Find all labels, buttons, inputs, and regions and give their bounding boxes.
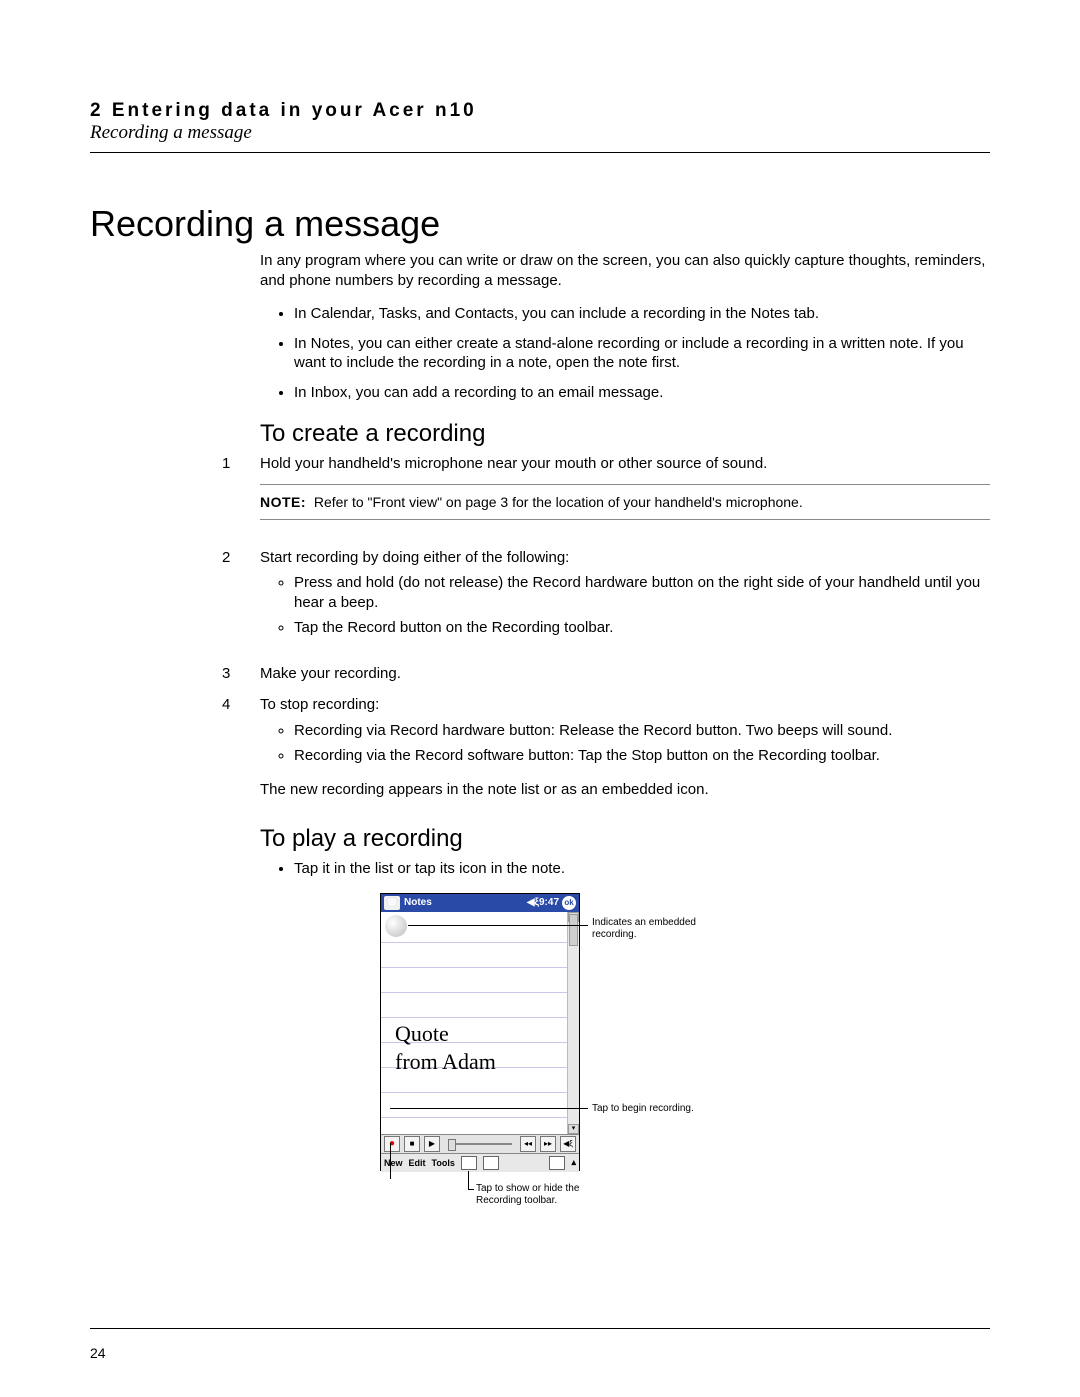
speaker-icon[interactable]: ◀ξ bbox=[527, 897, 539, 908]
intro-bullet: In Notes, you can either create a stand-… bbox=[294, 334, 990, 373]
pda-titlebar: ⊞ Notes ◀ξ 9:47 ok bbox=[381, 894, 579, 912]
callout-begin: Tap to begin recording. bbox=[592, 1103, 694, 1115]
intro-bullet: In Calendar, Tasks, and Contacts, you ca… bbox=[294, 304, 990, 324]
step-sub-bullet: Tap the Record button on the Recording t… bbox=[294, 618, 990, 638]
callout-lead bbox=[468, 1171, 469, 1189]
forward-button[interactable]: ▸▸ bbox=[540, 1136, 556, 1152]
play-bullet: Tap it in the list or tap its icon in th… bbox=[294, 859, 990, 879]
step-after: The new recording appears in the note li… bbox=[260, 780, 990, 800]
record-button[interactable]: ● bbox=[384, 1136, 400, 1152]
header-rule bbox=[90, 152, 990, 153]
page-title: Recording a message bbox=[90, 203, 990, 245]
callout-lead bbox=[390, 1143, 391, 1179]
subheading-play: To play a recording bbox=[260, 825, 990, 853]
menu-tools[interactable]: Tools bbox=[432, 1158, 455, 1168]
recording-toolbar-toggle-icon[interactable] bbox=[461, 1156, 477, 1170]
ok-button[interactable]: ok bbox=[562, 896, 576, 910]
handwriting-line: from Adam bbox=[395, 1050, 496, 1074]
playback-slider[interactable] bbox=[448, 1143, 512, 1145]
sip-arrow-icon[interactable]: ▴ bbox=[571, 1157, 576, 1168]
header-section: Recording a message bbox=[90, 122, 990, 144]
rewind-button[interactable]: ◂◂ bbox=[520, 1136, 536, 1152]
callout-lead bbox=[408, 925, 588, 926]
step-text: To stop recording: bbox=[260, 695, 990, 715]
pda-clock: 9:47 bbox=[539, 897, 559, 908]
intro-bullet: In Inbox, you can add a recording to an … bbox=[294, 383, 990, 403]
keyboard-icon[interactable] bbox=[549, 1156, 565, 1170]
stop-button[interactable]: ■ bbox=[404, 1136, 420, 1152]
callout-lead bbox=[468, 1189, 474, 1190]
menu-edit[interactable]: Edit bbox=[409, 1158, 426, 1168]
subheading-create: To create a recording bbox=[260, 420, 990, 448]
callout-toggle: Tap to show or hide the Recording toolba… bbox=[476, 1183, 596, 1207]
recording-toolbar: ● ■ ▶ ◂◂ ▸▸ ◀ξ bbox=[381, 1134, 579, 1153]
handwriting-line: Quote bbox=[395, 1022, 449, 1046]
intro-paragraph: In any program where you can write or dr… bbox=[260, 251, 990, 290]
step-sub-bullet: Press and hold (do not release) the Reco… bbox=[294, 573, 990, 612]
step-sub-bullet: Recording via the Record software button… bbox=[294, 746, 990, 766]
footer-rule bbox=[90, 1328, 990, 1329]
pen-icon[interactable] bbox=[483, 1156, 499, 1170]
play-button[interactable]: ▶ bbox=[424, 1136, 440, 1152]
step-number: 1 bbox=[222, 454, 260, 536]
pda-device: ⊞ Notes ◀ξ 9:47 ok Quote from Adam bbox=[380, 893, 580, 1171]
step-sub-bullet: Recording via Record hardware button: Re… bbox=[294, 721, 990, 741]
step-number: 4 bbox=[222, 695, 260, 807]
vertical-scrollbar[interactable]: ▴ ▾ bbox=[567, 912, 579, 1134]
page-number: 24 bbox=[90, 1345, 106, 1361]
step-number: 3 bbox=[222, 664, 260, 684]
pda-note-canvas[interactable]: Quote from Adam ▴ ▾ bbox=[381, 912, 579, 1134]
step-text: Start recording by doing either of the f… bbox=[260, 548, 990, 568]
start-icon[interactable]: ⊞ bbox=[384, 896, 400, 910]
step-text: Make your recording. bbox=[260, 664, 990, 684]
embedded-recording-icon[interactable] bbox=[385, 915, 407, 937]
pda-figure: ⊞ Notes ◀ξ 9:47 ok Quote from Adam bbox=[380, 893, 940, 1213]
header-chapter: 2 Entering data in your Acer n10 bbox=[90, 100, 990, 122]
pda-menubar: New Edit Tools ▴ bbox=[381, 1153, 579, 1172]
step-text: Hold your handheld's microphone near you… bbox=[260, 454, 990, 474]
step-number: 2 bbox=[222, 548, 260, 652]
callout-embedded: Indicates an embedded recording. bbox=[592, 917, 732, 941]
note-block: NOTE: Refer to "Front view" on page 3 fo… bbox=[260, 484, 990, 520]
pda-app-title: Notes bbox=[404, 897, 432, 908]
callout-lead bbox=[390, 1108, 588, 1109]
menu-new[interactable]: New bbox=[384, 1158, 403, 1168]
volume-button[interactable]: ◀ξ bbox=[560, 1136, 576, 1152]
